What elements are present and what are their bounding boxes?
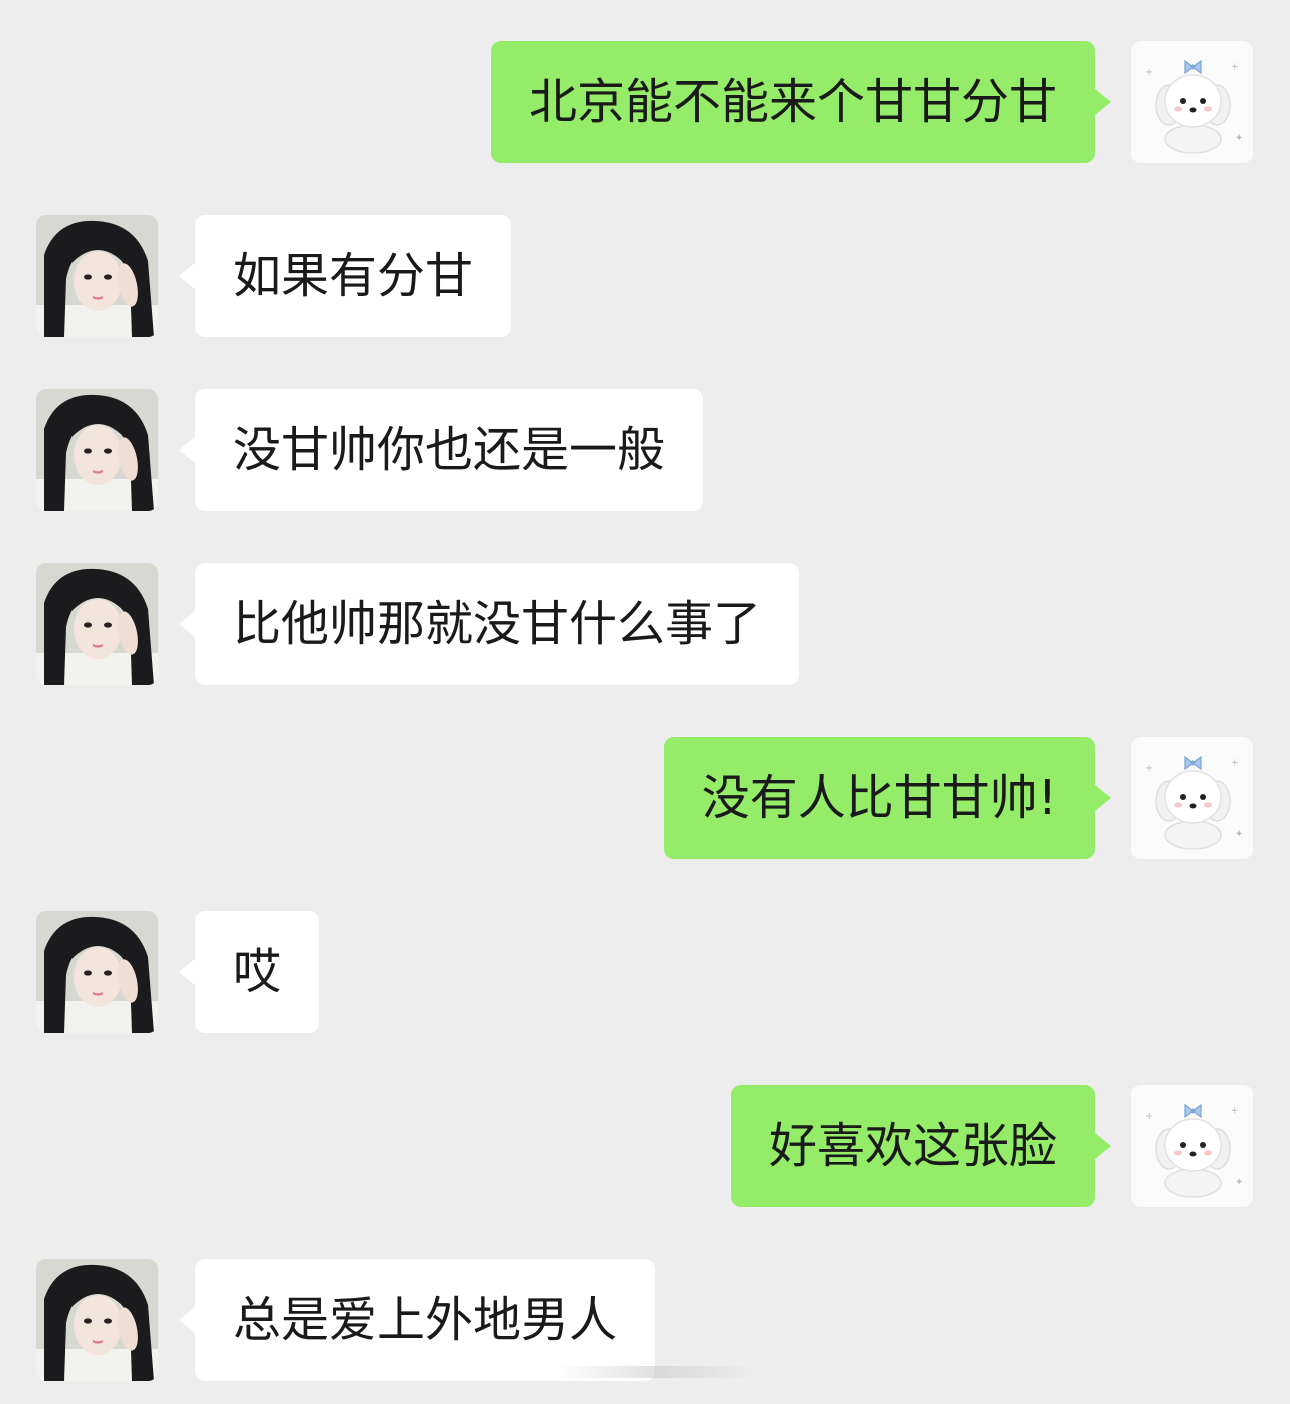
svg-text:✦: ✦ [1235, 1177, 1243, 1188]
svg-text:+: + [1145, 67, 1153, 78]
self-avatar-puppy[interactable]: + + ✦ [1131, 1085, 1253, 1207]
girl-photo-icon [36, 215, 158, 337]
message-row-contact: 哎 [0, 911, 1290, 1033]
message-bubble-contact[interactable]: 总是爱上外地男人 [178, 1259, 656, 1381]
girl-photo-icon [36, 563, 158, 685]
message-bubble-self[interactable]: 好喜欢这张脸 [730, 1085, 1112, 1207]
message-row-contact: 比他帅那就没甘什么事了 [0, 563, 1290, 685]
message-text: 比他帅那就没甘什么事了 [233, 596, 762, 652]
message-row-self: 北京能不能来个甘甘分甘 + + ✦ [0, 41, 1290, 163]
message-row-contact: 没甘帅你也还是一般 [0, 389, 1290, 511]
message-text: 北京能不能来个甘甘分甘 [528, 74, 1057, 130]
self-avatar-puppy[interactable]: + + ✦ [1131, 737, 1253, 859]
message-text: 哎 [233, 944, 282, 1000]
message-bubble-self[interactable]: 北京能不能来个甘甘分甘 [490, 41, 1112, 163]
message-row-contact: 如果有分甘 [0, 215, 1290, 337]
message-row-self: 没有人比甘甘帅! + + ✦ [0, 737, 1290, 859]
message-text: 总是爱上外地男人 [233, 1292, 618, 1348]
watermark-smudge [556, 1366, 756, 1378]
svg-text:+: + [1231, 758, 1239, 768]
svg-text:+: + [1145, 763, 1153, 774]
svg-text:+: + [1231, 1106, 1239, 1116]
message-row-contact: 总是爱上外地男人 [0, 1259, 1290, 1381]
white-puppy-icon: + + ✦ [1131, 1085, 1253, 1207]
self-avatar-puppy[interactable]: + + ✦ [1131, 41, 1253, 163]
message-text: 没甘帅你也还是一般 [233, 422, 666, 478]
contact-avatar-photo[interactable] [36, 389, 158, 511]
girl-photo-icon [36, 911, 158, 1033]
message-bubble-contact[interactable]: 哎 [178, 911, 320, 1033]
contact-avatar-photo[interactable] [36, 215, 158, 337]
message-bubble-self[interactable]: 没有人比甘甘帅! [663, 737, 1112, 859]
message-text: 好喜欢这张脸 [768, 1118, 1057, 1174]
message-row-self: 好喜欢这张脸 + + ✦ [0, 1085, 1290, 1207]
svg-text:✦: ✦ [1235, 133, 1243, 144]
message-text: 没有人比甘甘帅! [701, 770, 1057, 826]
white-puppy-icon: + + ✦ [1131, 737, 1253, 859]
svg-text:✦: ✦ [1235, 829, 1243, 840]
message-text: 如果有分甘 [233, 248, 474, 304]
contact-avatar-photo[interactable] [36, 563, 158, 685]
girl-photo-icon [36, 389, 158, 511]
contact-avatar-photo[interactable] [36, 911, 158, 1033]
contact-avatar-photo[interactable] [36, 1259, 158, 1381]
white-puppy-icon: + + ✦ [1131, 41, 1253, 163]
svg-text:+: + [1231, 62, 1239, 72]
girl-photo-icon [36, 1259, 158, 1381]
message-bubble-contact[interactable]: 没甘帅你也还是一般 [178, 389, 704, 511]
chat-message-list[interactable]: 北京能不能来个甘甘分甘 + + ✦ 如果有分甘 没甘帅你也还是一般 比他帅那就没… [0, 0, 1290, 1404]
message-bubble-contact[interactable]: 如果有分甘 [178, 215, 512, 337]
svg-text:+: + [1145, 1111, 1153, 1122]
message-bubble-contact[interactable]: 比他帅那就没甘什么事了 [178, 563, 800, 685]
